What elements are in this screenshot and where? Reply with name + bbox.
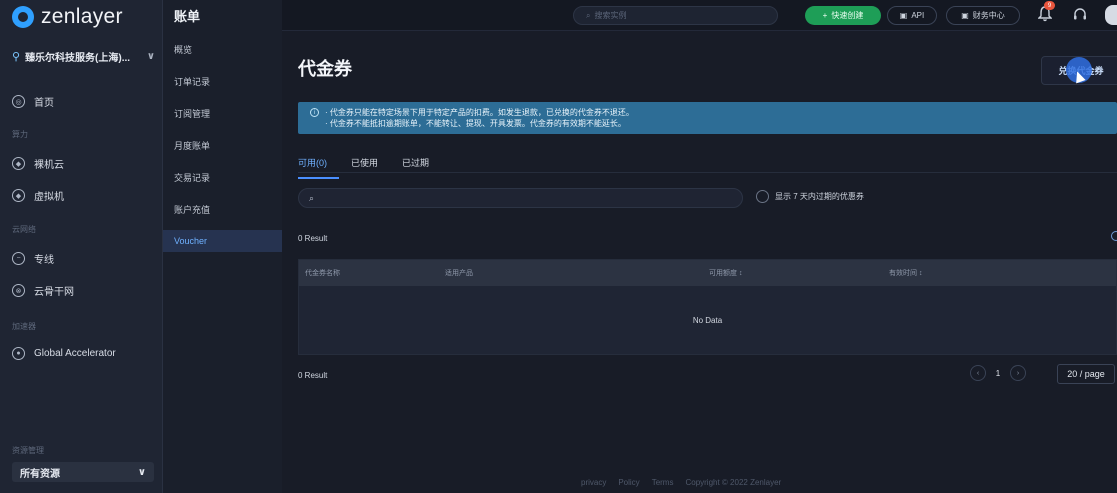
finance-label: 财务中心	[972, 11, 1005, 20]
notification-badge: 9	[1044, 1, 1055, 10]
sidebar-item-backbone[interactable]: ⊗ 云骨干网	[12, 283, 74, 298]
sidebar-item-label: 云骨干网	[34, 287, 74, 298]
subnav-item-recharge[interactable]: 账户充值	[163, 198, 282, 220]
compass-icon: ◎	[12, 95, 25, 108]
sidebar-item-label: 虚拟机	[34, 192, 64, 203]
search-icon: ⌕	[586, 10, 591, 20]
chevron-down-icon: ∨	[137, 466, 146, 478]
api-button[interactable]: ▣ API	[887, 6, 937, 25]
voucher-tabs: 可用(0) 已使用 已过期	[298, 151, 441, 179]
resource-select-value: 所有资源	[20, 468, 60, 480]
top-bar: ⌕ 搜索实例 + 快速创建 ▣ API ▣ 财务中心 9	[282, 0, 1117, 31]
prev-page-icon[interactable]: ‹	[970, 365, 986, 381]
network-icon: ⊗	[12, 284, 25, 297]
finance-icon: ▣	[961, 11, 969, 20]
subnav-item-subscriptions[interactable]: 订阅管理	[163, 102, 282, 124]
footer-copyright: Copyright © 2022 Zenlayer	[685, 478, 782, 487]
subnav-title: 账单	[174, 9, 201, 24]
result-count-top: 0 Result	[298, 234, 328, 243]
next-page-icon[interactable]: ›	[1010, 365, 1026, 381]
sidebar-item-bare-metal[interactable]: ◆ 裸机云	[12, 156, 64, 171]
main-content: 代金券 兑换代金券 i · 代金券只能在特定场景下用于特定产品的扣费。如发生退款…	[282, 31, 1117, 493]
quick-create-button[interactable]: + 快速创建	[805, 6, 881, 25]
finance-center-button[interactable]: ▣ 财务中心	[946, 6, 1020, 25]
brand-name: zenlayer	[41, 5, 123, 28]
cube-icon: ◆	[12, 157, 25, 170]
current-page[interactable]: 1	[992, 369, 1004, 378]
subnav-item-overview[interactable]: 概览	[163, 38, 282, 60]
subnav-item-monthly-bills[interactable]: 月度账单	[163, 134, 282, 156]
column-header-validity[interactable]: 有效时间 ↕	[889, 268, 922, 278]
sidebar-item-vm[interactable]: ◆ 虚拟机	[12, 188, 64, 203]
instance-search-input[interactable]: ⌕ 搜索实例	[573, 6, 778, 25]
tabs-divider	[298, 172, 1117, 173]
expiring-label: 显示 7 天内过期的优惠券	[775, 192, 864, 201]
table-header: 代金券名称 适用产品 可用额度 ↕ 有效时间 ↕	[299, 260, 1116, 286]
plus-icon: +	[822, 11, 828, 20]
column-header-name: 代金券名称	[305, 270, 340, 277]
org-switcher[interactable]: ⚲ 臻乐尔科技服务(上海)... ∨	[12, 49, 155, 64]
sidebar-item-private-line[interactable]: − 专线	[12, 251, 54, 266]
search-placeholder: 搜索实例	[594, 11, 627, 20]
avatar[interactable]	[1105, 5, 1117, 25]
sidebar-item-label: 裸机云	[34, 160, 64, 171]
sidebar-item-global-accelerator[interactable]: ● Global Accelerator	[12, 347, 116, 360]
logo[interactable]: zenlayer	[12, 4, 123, 30]
org-name: 臻乐尔科技服务(上海)...	[25, 53, 131, 64]
headset-icon[interactable]	[1073, 8, 1087, 22]
column-header-amount[interactable]: 可用额度 ↕	[709, 268, 742, 278]
sidebar-item-label: 首页	[34, 98, 54, 109]
accelerator-icon: ●	[12, 347, 25, 360]
result-count-bottom: 0 Result	[298, 371, 328, 380]
sidebar-section-accelerator: 加速器	[12, 322, 36, 331]
footer-link-privacy[interactable]: privacy	[581, 478, 606, 487]
subnav-item-orders[interactable]: 订单记录	[163, 70, 282, 92]
left-sidebar: zenlayer ⚲ 臻乐尔科技服务(上海)... ∨ ◎ 首页 算力 ◆ 裸机…	[0, 0, 163, 493]
quick-create-label: 快速创建	[831, 11, 864, 20]
tab-used[interactable]: 已使用	[339, 151, 390, 179]
search-icon: ⌕	[309, 192, 315, 203]
billing-subnav: 账单 概览 订单记录 订阅管理 月度账单 交易记录 账户充值 Voucher	[163, 0, 282, 493]
notice-line: · 代金券不能抵扣逾期账单，不能转让、提现、开具发票。代金券的有效期不能延长。	[310, 118, 1117, 129]
sidebar-section-network: 云网络	[12, 225, 36, 234]
sidebar-item-label: Global Accelerator	[34, 348, 116, 359]
page-title: 代金券	[298, 59, 352, 79]
chevron-down-icon: ∨	[146, 51, 155, 62]
link-icon: −	[12, 252, 25, 265]
app-window: zenlayer ⚲ 臻乐尔科技服务(上海)... ∨ ◎ 首页 算力 ◆ 裸机…	[0, 0, 1117, 493]
resource-label: 资源管理	[12, 446, 44, 455]
voucher-notice-banner: i · 代金券只能在特定场景下用于特定产品的扣费。如发生退款，已兑换的代金券不退…	[298, 102, 1117, 134]
page-size-select[interactable]: 20 / page	[1057, 364, 1115, 384]
api-label: API	[911, 11, 925, 20]
api-icon: ▣	[899, 11, 908, 20]
sidebar-item-home[interactable]: ◎ 首页	[12, 94, 54, 109]
zenlayer-logo-icon	[12, 6, 34, 28]
expiring-filter[interactable]: 显示 7 天内过期的优惠券	[756, 190, 864, 203]
footer: privacy Policy Terms Copyright © 2022 Ze…	[581, 478, 781, 487]
subnav-item-voucher[interactable]: Voucher	[163, 230, 282, 252]
footer-link-policy[interactable]: Policy	[618, 478, 639, 487]
notice-text: · 代金券只能在特定场景下用于特定产品的扣费。如发生退款，已兑换的代金券不退还。	[325, 108, 634, 117]
notice-text: · 代金券不能抵扣逾期账单，不能转让、提现、开具发票。代金券的有效期不能延长。	[325, 119, 626, 128]
expiring-checkbox[interactable]	[756, 190, 769, 203]
voucher-table: 代金券名称 适用产品 可用额度 ↕ 有效时间 ↕ No Data	[298, 259, 1117, 355]
info-icon: i	[310, 108, 319, 117]
cube-icon: ◆	[12, 189, 25, 202]
pagination: ‹ 1 ›	[970, 365, 1026, 381]
org-icon: ⚲	[12, 51, 21, 63]
empty-text: No Data	[692, 315, 723, 325]
tab-expired[interactable]: 已过期	[390, 151, 441, 179]
notice-line: i · 代金券只能在特定场景下用于特定产品的扣费。如发生退款，已兑换的代金券不退…	[310, 107, 1117, 118]
voucher-search-input[interactable]: ⌕	[298, 188, 743, 208]
subnav-item-transactions[interactable]: 交易记录	[163, 166, 282, 188]
column-header-product: 适用产品	[445, 270, 473, 277]
sidebar-section-compute: 算力	[12, 130, 28, 139]
table-empty-state: No Data	[299, 286, 1116, 354]
resource-select[interactable]: 所有资源 ∨	[12, 462, 154, 482]
refresh-icon[interactable]	[1111, 231, 1117, 241]
footer-link-terms[interactable]: Terms	[652, 478, 674, 487]
tab-available[interactable]: 可用(0)	[298, 151, 339, 179]
sidebar-item-label: 专线	[34, 255, 54, 266]
